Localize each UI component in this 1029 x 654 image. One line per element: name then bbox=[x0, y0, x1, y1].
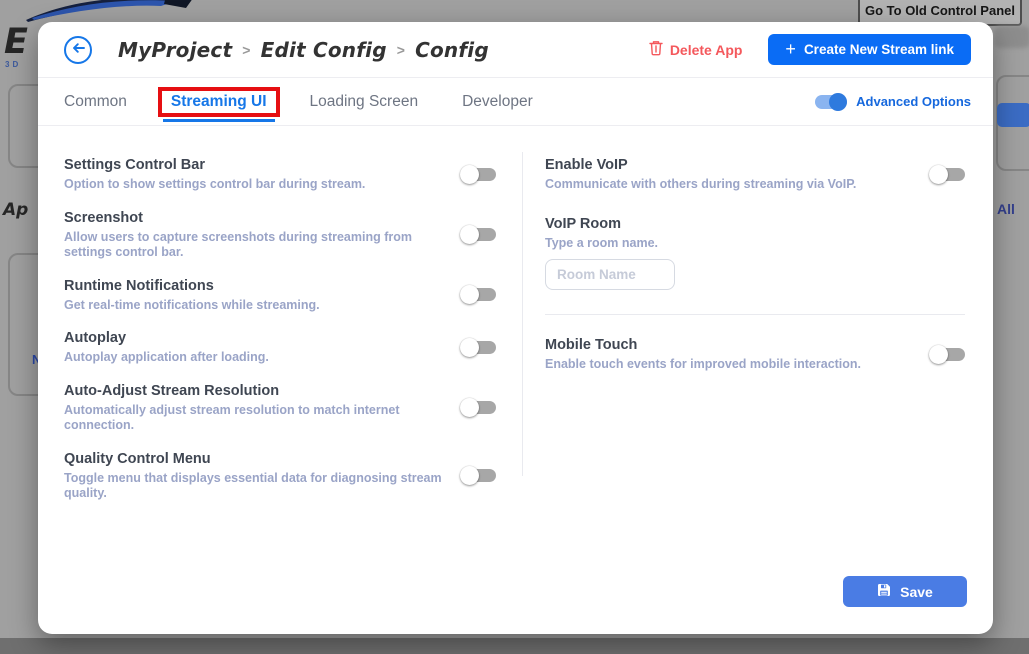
setting-description: Get real-time notifications while stream… bbox=[64, 298, 444, 314]
setting-description: Automatically adjust stream resolution t… bbox=[64, 403, 444, 434]
setting-description: Toggle menu that displays essential data… bbox=[64, 471, 444, 502]
section-divider bbox=[545, 314, 965, 315]
tab-loading-screen[interactable]: Loading Screen bbox=[310, 93, 419, 111]
back-arrow-icon bbox=[71, 41, 86, 58]
setting-description: Enable touch events for improved mobile … bbox=[545, 357, 913, 373]
background-view-all-fragment: All bbox=[997, 201, 1015, 217]
breadcrumb-item-edit-config[interactable]: Edit Config bbox=[261, 38, 387, 62]
setting-text: Auto-Adjust Stream Resolution Automatica… bbox=[64, 382, 460, 434]
setting-row-quality-control-menu: Quality Control Menu Toggle menu that di… bbox=[64, 450, 496, 502]
setting-description: Allow users to capture screenshots durin… bbox=[64, 230, 444, 261]
voip-room-hint: Type a room name. bbox=[545, 236, 965, 252]
setting-row-screenshot: Screenshot Allow users to capture screen… bbox=[64, 209, 496, 261]
advanced-options-label: Advanced Options bbox=[856, 94, 971, 109]
screenshot-toggle[interactable] bbox=[460, 225, 496, 244]
background-footer-strip bbox=[0, 638, 1029, 654]
setting-title: Mobile Touch bbox=[545, 336, 913, 354]
header-actions: Delete App + Create New Stream link bbox=[649, 34, 971, 65]
delete-app-label: Delete App bbox=[670, 42, 743, 58]
autoplay-toggle[interactable] bbox=[460, 338, 496, 357]
background-button-fragment bbox=[997, 103, 1029, 127]
setting-title: Screenshot bbox=[64, 209, 444, 227]
setting-title: Auto-Adjust Stream Resolution bbox=[64, 382, 444, 400]
plus-icon: + bbox=[785, 40, 796, 58]
setting-description: Communicate with others during streaming… bbox=[545, 177, 913, 193]
setting-row-autoplay: Autoplay Autoplay application after load… bbox=[64, 329, 496, 366]
breadcrumb-item-project[interactable]: MyProject bbox=[118, 38, 232, 62]
setting-row-auto-adjust-resolution: Auto-Adjust Stream Resolution Automatica… bbox=[64, 382, 496, 434]
advanced-options-toggle[interactable] bbox=[815, 93, 847, 111]
voip-room-group: VoIP Room Type a room name. bbox=[545, 215, 965, 291]
annotation-red-box: Streaming UI bbox=[158, 87, 280, 117]
save-floppy-icon bbox=[877, 583, 891, 600]
breadcrumb-separator: > bbox=[242, 42, 250, 58]
brand-logo-subtext: 3D bbox=[5, 60, 21, 69]
breadcrumb-item-config: Config bbox=[415, 38, 489, 62]
column-divider bbox=[522, 152, 523, 476]
setting-description: Option to show settings control bar duri… bbox=[64, 177, 444, 193]
runtime-notifications-toggle[interactable] bbox=[460, 285, 496, 304]
voip-room-title: VoIP Room bbox=[545, 215, 965, 233]
setting-text: Autoplay Autoplay application after load… bbox=[64, 329, 460, 366]
setting-row-settings-control-bar: Settings Control Bar Option to show sett… bbox=[64, 156, 496, 193]
back-button[interactable] bbox=[64, 36, 92, 64]
screen: E 3D Go To Old Control Panel Ap N All My… bbox=[0, 0, 1029, 654]
brand-logo-letter: E bbox=[4, 22, 26, 62]
setting-text: Settings Control Bar Option to show sett… bbox=[64, 156, 460, 193]
create-new-stream-link-button[interactable]: + Create New Stream link bbox=[768, 34, 971, 65]
setting-text: Mobile Touch Enable touch events for imp… bbox=[545, 336, 929, 373]
setting-text: Screenshot Allow users to capture screen… bbox=[64, 209, 460, 261]
breadcrumb: MyProject > Edit Config > Config bbox=[118, 38, 489, 62]
create-stream-label: Create New Stream link bbox=[804, 42, 954, 57]
settings-column-left: Settings Control Bar Option to show sett… bbox=[64, 156, 496, 502]
setting-text: Enable VoIP Communicate with others duri… bbox=[545, 156, 929, 193]
settings-column-right: Enable VoIP Communicate with others duri… bbox=[545, 156, 965, 373]
settings-control-bar-toggle[interactable] bbox=[460, 165, 496, 184]
quality-control-menu-toggle[interactable] bbox=[460, 466, 496, 485]
enable-voip-toggle[interactable] bbox=[929, 165, 965, 184]
delete-app-button[interactable]: Delete App bbox=[649, 40, 743, 59]
tab-common[interactable]: Common bbox=[64, 93, 127, 111]
setting-row-mobile-touch: Mobile Touch Enable touch events for imp… bbox=[545, 336, 965, 373]
background-avatar-blob bbox=[994, 26, 1029, 48]
voip-room-input[interactable] bbox=[545, 259, 675, 290]
setting-text: Runtime Notifications Get real-time noti… bbox=[64, 277, 460, 314]
save-label: Save bbox=[900, 584, 933, 600]
modal-header: MyProject > Edit Config > Config Delete … bbox=[38, 22, 993, 78]
trash-icon bbox=[649, 40, 663, 59]
setting-title: Enable VoIP bbox=[545, 156, 913, 174]
setting-title: Settings Control Bar bbox=[64, 156, 444, 174]
advanced-options-control: Advanced Options bbox=[815, 93, 971, 111]
breadcrumb-separator: > bbox=[397, 42, 405, 58]
setting-title: Runtime Notifications bbox=[64, 277, 444, 295]
tab-streaming-ui[interactable]: Streaming UI bbox=[171, 93, 267, 110]
setting-title: Quality Control Menu bbox=[64, 450, 444, 468]
setting-text: Quality Control Menu Toggle menu that di… bbox=[64, 450, 460, 502]
tabs-bar: Common Streaming UI Loading Screen Devel… bbox=[38, 78, 993, 126]
auto-adjust-stream-resolution-toggle[interactable] bbox=[460, 398, 496, 417]
mobile-touch-toggle[interactable] bbox=[929, 345, 965, 364]
edit-config-modal: MyProject > Edit Config > Config Delete … bbox=[38, 22, 993, 634]
setting-row-runtime-notifications: Runtime Notifications Get real-time noti… bbox=[64, 277, 496, 314]
setting-title: Autoplay bbox=[64, 329, 444, 347]
tab-developer[interactable]: Developer bbox=[462, 93, 533, 111]
background-apps-label: Ap bbox=[3, 200, 28, 220]
setting-row-enable-voip: Enable VoIP Communicate with others duri… bbox=[545, 156, 965, 193]
setting-description: Autoplay application after loading. bbox=[64, 350, 444, 366]
save-button[interactable]: Save bbox=[843, 576, 967, 607]
